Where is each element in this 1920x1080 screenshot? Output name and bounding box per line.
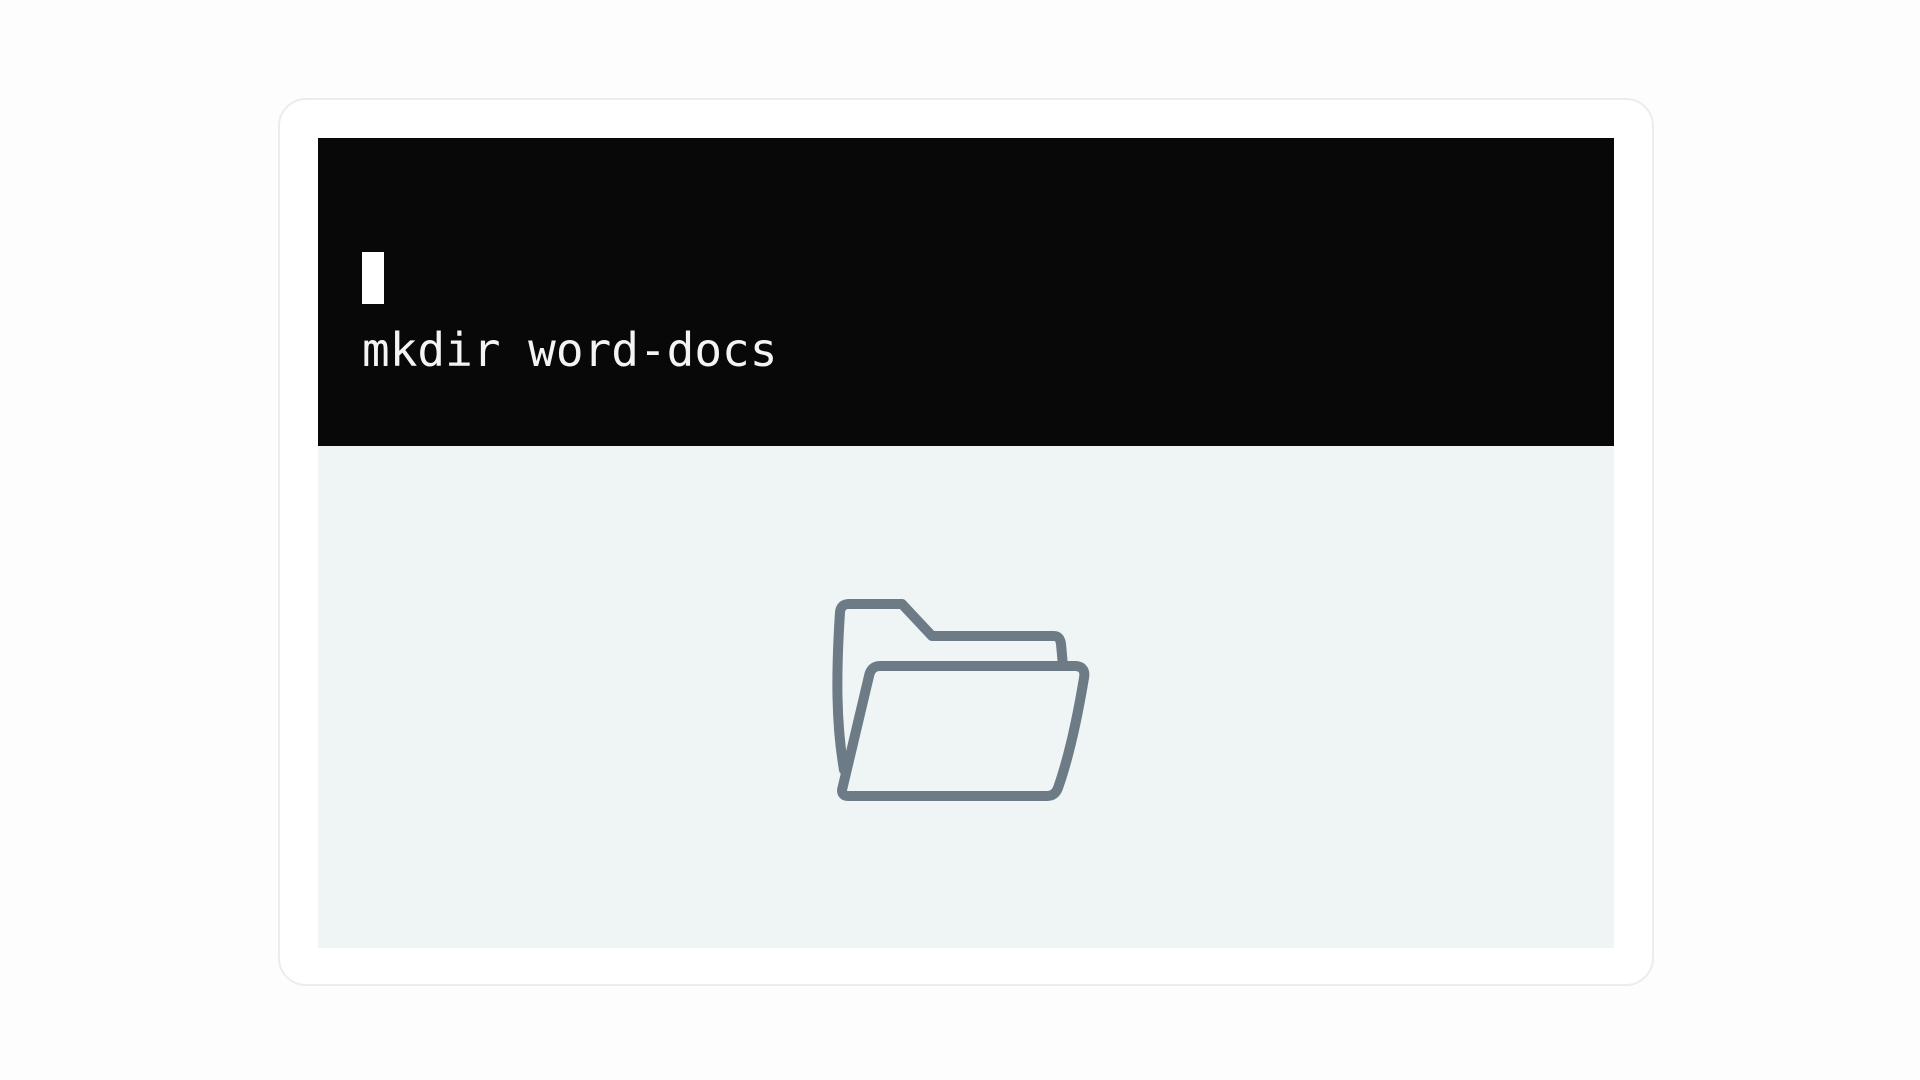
folder-open-icon: [832, 599, 1090, 801]
folder-preview: [318, 446, 1614, 948]
terminal-command: mkdir word-docs: [362, 323, 778, 377]
terminal-window[interactable]: mkdir word-docs: [318, 138, 1614, 446]
terminal-cursor: [362, 252, 384, 304]
illustration-card: mkdir word-docs: [278, 98, 1654, 986]
